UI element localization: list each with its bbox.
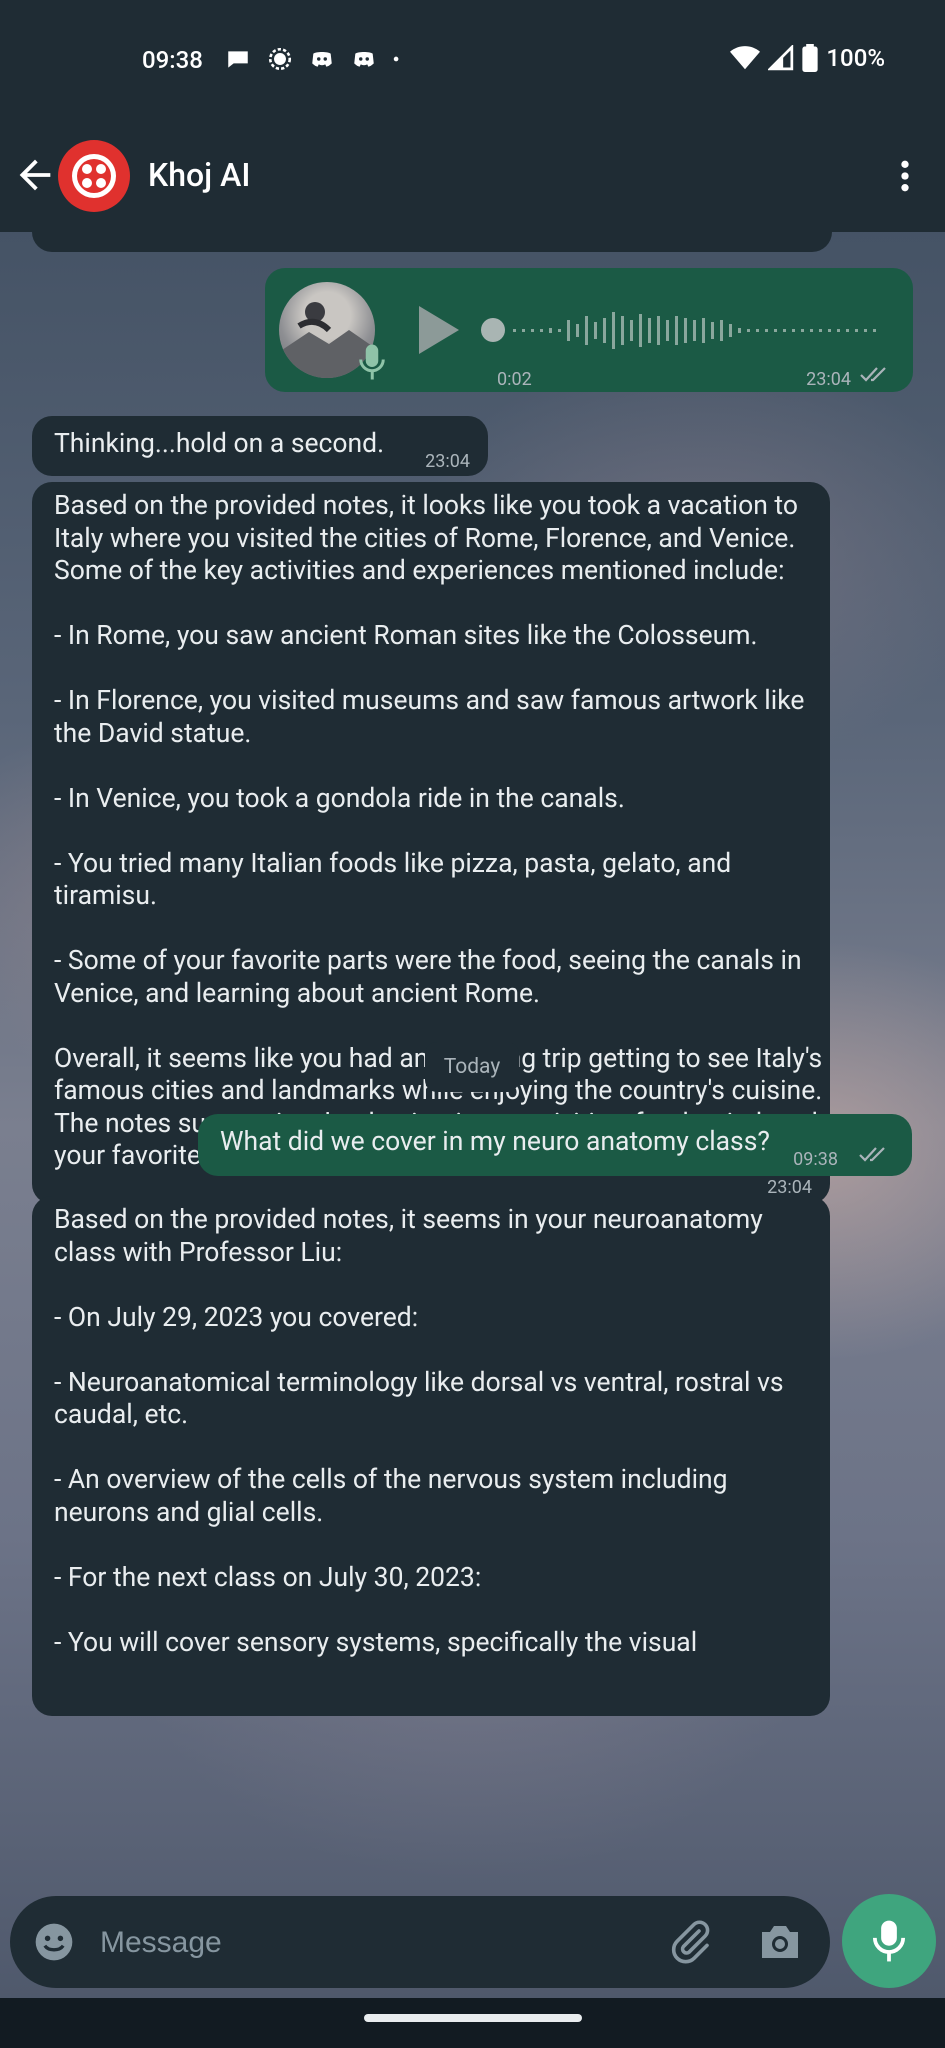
message-time: 23:04 [425,451,470,472]
contact-avatar[interactable] [58,140,130,212]
status-time: 09:38 [142,46,203,74]
message-text: Based on the provided notes, it seems in… [54,1204,784,1658]
chat-notification-icon [228,51,248,68]
discord-icon [312,51,332,67]
incoming-message-bubble[interactable]: Thinking...hold on a second. 23:04 [32,416,488,476]
cell-signal-icon [768,45,794,71]
audio-waveform[interactable] [481,308,901,352]
voice-record-button[interactable] [842,1894,936,1988]
voice-message-bubble[interactable]: 0:02 23:04 [265,268,913,392]
battery-percentage: 100% [826,44,885,72]
message-text: Thinking...hold on a second. [54,428,385,459]
status-bar: 09:38 100% [0,0,945,122]
voice-duration: 0:02 [497,369,532,390]
microphone-icon [872,1920,906,1962]
incoming-message-bubble[interactable]: Based on the provided notes, it looks li… [32,482,830,1204]
incoming-message-bubble[interactable]: Based on the provided notes, it seems in… [32,1196,830,1716]
back-arrow-icon[interactable] [12,152,58,198]
play-icon[interactable] [415,304,463,356]
emoji-icon[interactable] [32,1920,76,1964]
notification-icons [224,46,406,72]
message-time: 09:38 [793,1149,838,1170]
signal-app-icon [268,47,292,71]
khoj-logo-icon [72,154,116,198]
previous-message-bubble [32,232,832,252]
paperclip-icon[interactable] [666,1918,714,1966]
message-time: 23:04 [806,369,851,390]
more-notifications-dot-icon [393,56,399,62]
home-gesture-handle[interactable] [364,2014,582,2022]
system-status: 100% [730,44,885,72]
wifi-icon [730,46,761,70]
message-input[interactable] [98,1918,642,1968]
read-receipt-icon [860,367,886,382]
read-receipt-icon [859,1147,885,1162]
date-divider: Today [425,1042,519,1092]
chat-title[interactable]: Khoj AI [148,156,250,194]
message-composer [10,1896,830,1988]
message-text: What did we cover in my neuro anatomy cl… [220,1126,770,1157]
camera-icon[interactable] [756,1918,804,1966]
system-navigation-bar [0,1998,945,2048]
discord-icon-2 [354,51,374,67]
more-options-icon[interactable] [885,154,925,198]
message-list[interactable]: 0:02 23:04 Thinking...hold on a second. … [0,232,945,1884]
chat-header: Khoj AI [0,122,945,232]
battery-icon [802,44,819,72]
outgoing-message-bubble[interactable]: What did we cover in my neuro anatomy cl… [198,1114,912,1176]
voice-note-mic-icon [359,344,385,380]
